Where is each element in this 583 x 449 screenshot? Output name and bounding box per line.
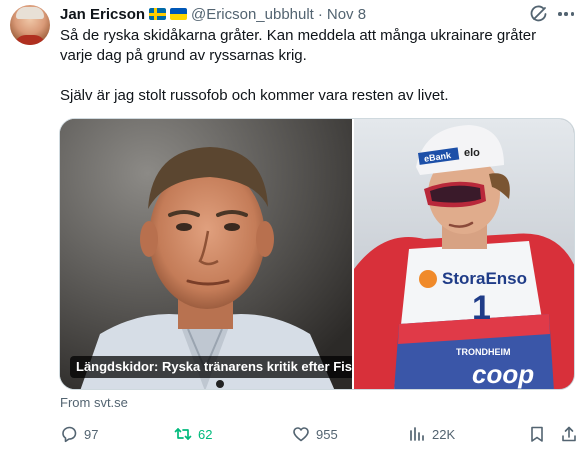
like-count: 955 bbox=[316, 426, 338, 442]
tweet-line-3: Själv är jag stolt russofob och kommer v… bbox=[60, 87, 449, 104]
avatar-shirt bbox=[14, 35, 46, 45]
bookmark-icon bbox=[531, 426, 543, 442]
heart-icon bbox=[293, 427, 309, 442]
retweet-count: 62 bbox=[198, 426, 213, 442]
bib-sponsor-text: StoraEnso bbox=[442, 269, 528, 288]
more-icon[interactable] bbox=[556, 5, 576, 23]
reply-count: 97 bbox=[84, 426, 99, 442]
header-separator: · bbox=[317, 5, 323, 23]
views-count: 22K bbox=[432, 426, 456, 442]
tweet-text: Så de ryska skidåkarna gråter. Kan medde… bbox=[60, 26, 575, 106]
sweden-flag-icon bbox=[149, 8, 167, 20]
media-caption: Längdskidor: Ryska tränarens kritik efte… bbox=[70, 356, 352, 378]
views-button[interactable]: 22K bbox=[408, 423, 455, 445]
share-button[interactable] bbox=[560, 423, 578, 445]
share-icon bbox=[562, 426, 576, 442]
tweet-line-1: Så de ryska skidåkarna gråter. Kan medde… bbox=[60, 27, 537, 44]
avatar[interactable] bbox=[10, 5, 50, 45]
avatar-hair bbox=[16, 7, 44, 19]
author-handle[interactable]: @Ericson_ubbhult bbox=[191, 6, 314, 23]
grok-icon[interactable] bbox=[530, 5, 548, 23]
views-icon bbox=[410, 427, 424, 441]
action-bar: 97 62 955 22K bbox=[56, 423, 580, 445]
coach-photo: Längdskidor: Ryska tränarens kritik efte… bbox=[60, 119, 352, 389]
tweet-header: Jan Ericson @Ericson_ubbhult · Nov 8 bbox=[60, 4, 366, 24]
skier-photo: eBank elo StoraEnso 1 TRONDHEIM coop bbox=[354, 119, 574, 389]
bib-bottom-text: coop bbox=[472, 359, 535, 389]
hat-brand-text: elo bbox=[464, 147, 480, 159]
bookmark-button[interactable] bbox=[528, 423, 546, 445]
bib-number-text: 1 bbox=[472, 289, 491, 327]
bib-city-text: TRONDHEIM bbox=[456, 347, 511, 357]
retweet-button[interactable]: 62 bbox=[174, 423, 212, 445]
like-button[interactable]: 955 bbox=[292, 423, 338, 445]
tweet-line-2: varje dag på grund av ryssarnas krig. bbox=[60, 47, 307, 64]
media-card[interactable]: Längdskidor: Ryska tränarens kritik efte… bbox=[59, 118, 575, 390]
tweet-date[interactable]: Nov 8 bbox=[327, 6, 366, 23]
retweet-icon bbox=[174, 428, 192, 440]
ukraine-flag-icon bbox=[170, 8, 188, 20]
reply-button[interactable]: 97 bbox=[60, 423, 98, 445]
reply-icon bbox=[62, 426, 77, 443]
link-source[interactable]: From svt.se bbox=[60, 395, 128, 410]
author-name[interactable]: Jan Ericson bbox=[60, 6, 145, 23]
